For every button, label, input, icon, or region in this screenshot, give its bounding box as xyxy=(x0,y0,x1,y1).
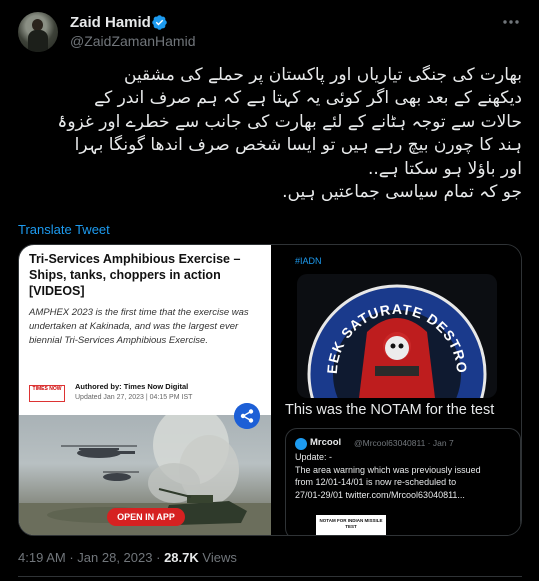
notam-caption: This was the NOTAM for the test xyxy=(285,402,495,418)
share-icon[interactable] xyxy=(234,403,260,429)
hashtag-label: #IADN xyxy=(295,256,322,266)
meta-separator: · xyxy=(69,550,74,565)
author-handle[interactable]: @ZaidZamanHamid xyxy=(70,33,195,49)
quoted-author-name: Mrcool xyxy=(310,437,342,448)
tweet-text: بھارت کی جنگی تیاریاں اور پاکستان پر حمل… xyxy=(18,64,522,204)
avatar-body-shape xyxy=(28,30,48,52)
emblem-image: SEEK SATURATE DESTROY xyxy=(297,274,497,398)
quoted-tweet-text: Update: - The area warning which was pre… xyxy=(295,451,517,501)
quoted-avatar xyxy=(295,438,307,450)
times-now-logo: TIMES NOW xyxy=(29,385,65,402)
open-in-app-button[interactable]: OPEN IN APP xyxy=(107,508,185,526)
tweet-time[interactable]: 4:19 AM xyxy=(18,550,66,565)
tweet-line: بھارت کی جنگی تیاریاں اور پاکستان پر حمل… xyxy=(123,65,522,85)
tweet-line: ہند کا چورن بیچ رہے ہیں تو ایسا شخص صرف … xyxy=(74,135,522,156)
quoted-notam-image: NOTAM FOR INDIAN MISSILE TEST xyxy=(316,515,386,535)
views-count: 28.7K xyxy=(164,550,199,565)
tweet-meta: 4:19 AM · Jan 28, 2023 · 28.7K Views xyxy=(18,550,237,565)
quoted-tweet-card[interactable]: Mrcool @Mrcool63040811 · Jan 7 Update: -… xyxy=(285,428,521,535)
media-article-screenshot[interactable]: Tri-Services Amphibious Exercise – Ships… xyxy=(19,245,271,535)
author-name[interactable]: Zaid Hamid xyxy=(70,14,151,31)
avatar[interactable] xyxy=(18,12,58,52)
verified-badge-icon xyxy=(152,15,167,30)
media-notam-screenshot[interactable]: #IADN SEEK SATURATE DESTROY xyxy=(273,245,521,535)
tweet-line: جو کہ تمام سیاسی جماعتیں ہیں. xyxy=(282,182,522,203)
tweet-line: اور باؤلا ہو سکتا ہے.. xyxy=(368,158,522,179)
tweet-header: Zaid Hamid @ZaidZamanHamid xyxy=(18,12,523,52)
tweet-line: حالات سے توجہ ہٹانے کے لئے بھارت کی جانب… xyxy=(57,111,522,132)
article-updated: Updated Jan 27, 2023 | 04:15 PM IST xyxy=(75,394,193,401)
more-options-icon[interactable] xyxy=(501,14,521,30)
divider xyxy=(18,576,522,577)
seek-saturate-destroy-emblem-icon: SEEK SATURATE DESTROY xyxy=(297,274,487,398)
quoted-line: The area warning which was previously is… xyxy=(295,464,481,475)
quoted-line: from 12/01-14/01 is now re-scheduled to xyxy=(295,477,457,487)
quoted-line: Update: - xyxy=(295,452,333,462)
article-author: Authored by: Times Now Digital xyxy=(75,382,189,391)
tweet-date[interactable]: Jan 28, 2023 xyxy=(77,550,152,565)
quoted-image-caption: NOTAM FOR INDIAN MISSILE TEST xyxy=(319,518,383,529)
views-label: Views xyxy=(202,550,237,565)
tweet-line: دیکھنے کے بعد بھی اگر کوئی یہ کہتا ہے کہ… xyxy=(94,88,522,109)
translate-tweet-link[interactable]: Translate Tweet xyxy=(18,222,110,237)
article-title: Tri-Services Amphibious Exercise – Ships… xyxy=(29,252,241,298)
meta-separator: · xyxy=(156,550,161,565)
article-subtitle: AMPHEX 2023 is the first time that the e… xyxy=(29,307,249,346)
quoted-line: 27/01-29/01 twitter.com/Mrcool63040811..… xyxy=(295,489,465,500)
media-grid: Tri-Services Amphibious Exercise – Ships… xyxy=(18,244,522,536)
quoted-author-handle: @Mrcool63040811 · Jan 7 xyxy=(354,438,454,448)
